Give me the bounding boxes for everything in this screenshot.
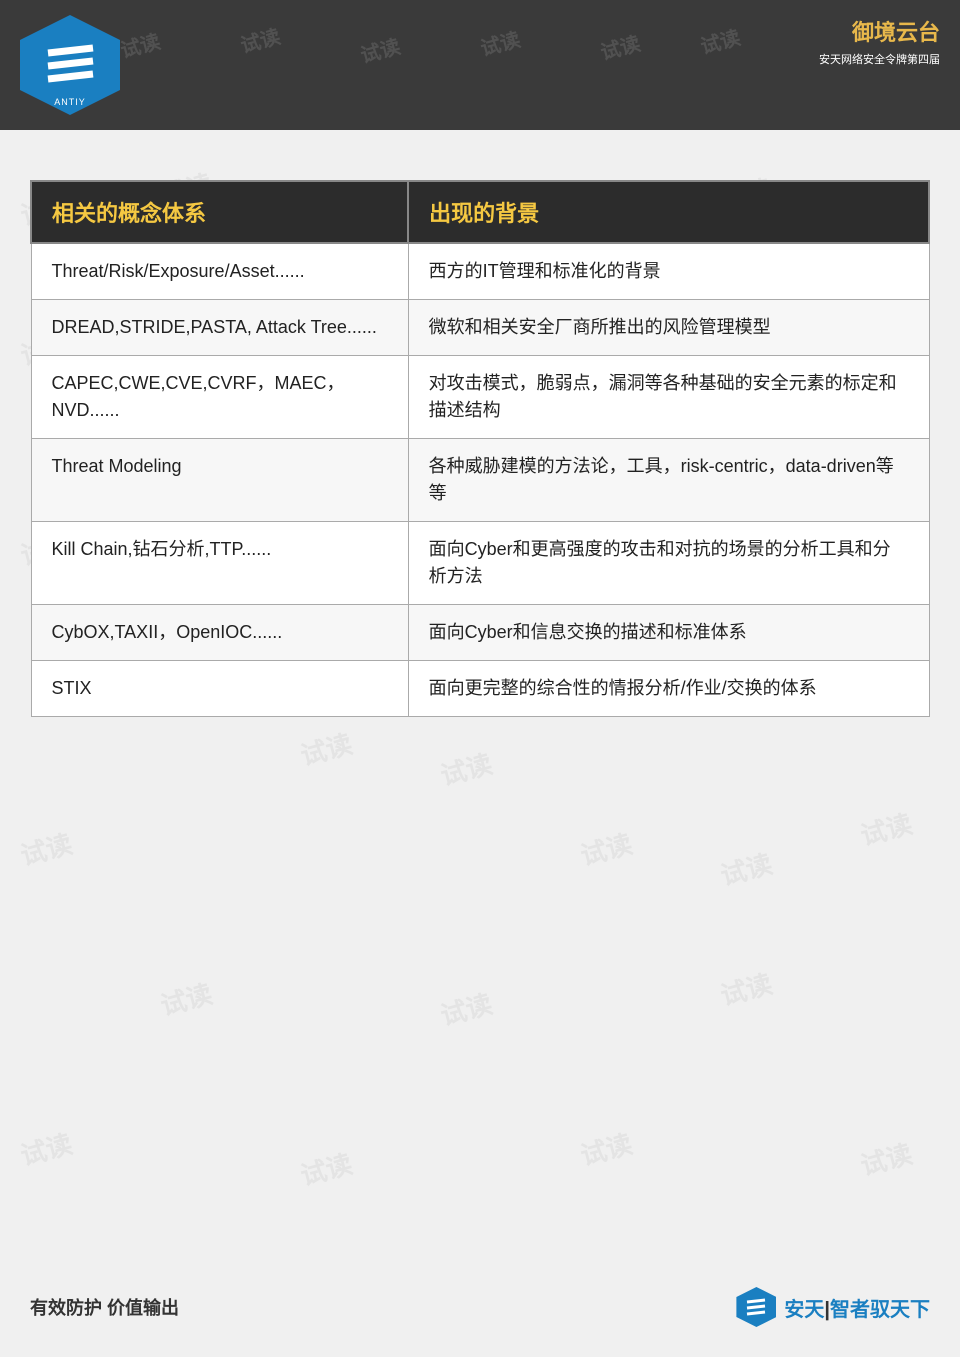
table-cell-concept: Threat Modeling: [31, 439, 408, 522]
header: 试读 试读 试读 试读 试读 试读 ANTIY 御境云台 安天网络安全令牌第四届: [0, 0, 960, 130]
table-row: CAPEC,CWE,CVE,CVRF，MAEC，NVD......对攻击模式，脆…: [31, 356, 929, 439]
footer-brand-sub: 智者驭天下: [830, 1299, 930, 1321]
table-cell-background: 微软和相关安全厂商所推出的风险管理模型: [408, 300, 929, 356]
header-watermark-5: 试读: [597, 27, 643, 65]
table-row: CybOX,TAXII，OpenIOC......面向Cyber和信息交换的描述…: [31, 605, 929, 661]
table-cell-background: 面向Cyber和信息交换的描述和标准体系: [408, 605, 929, 661]
pw-22: 试读: [16, 824, 76, 873]
footer-slogan: 有效防护 价值输出: [30, 1294, 179, 1320]
header-watermark-2: 试读: [237, 20, 283, 58]
pw-27: 试读: [436, 984, 496, 1033]
table-cell-background: 面向更完整的综合性的情报分析/作业/交换的体系: [408, 661, 929, 717]
pw-23: 试读: [576, 824, 636, 873]
table-cell-background: 面向Cyber和更高强度的攻击和对抗的场景的分析工具和分析方法: [408, 522, 929, 605]
table-cell-background: 对攻击模式，脆弱点，漏洞等各种基础的安全元素的标定和描述结构: [408, 356, 929, 439]
table-cell-concept: STIX: [31, 661, 408, 717]
pw-32: 试读: [856, 1134, 916, 1183]
pw-26: 试读: [156, 974, 216, 1023]
pw-21: 试读: [436, 744, 496, 793]
header-watermark-1: 试读: [117, 25, 163, 63]
brand-sub: 安天网络安全令牌第四届: [819, 51, 940, 67]
concept-table: 相关的概念体系 出现的背景 Threat/Risk/Exposure/Asset…: [30, 180, 930, 717]
header-watermark-3: 试读: [357, 30, 403, 68]
pw-29: 试读: [16, 1124, 76, 1173]
brand-name: 御境云台: [819, 15, 940, 47]
footer-logo-icon: [736, 1287, 776, 1327]
table-header-row: 相关的概念体系 出现的背景: [31, 181, 929, 243]
table-row: Kill Chain,钻石分析,TTP......面向Cyber和更高强度的攻击…: [31, 522, 929, 605]
table-cell-concept: Threat/Risk/Exposure/Asset......: [31, 243, 408, 300]
header-brand: 御境云台 安天网络安全令牌第四届: [819, 15, 940, 67]
table-cell-concept: CybOX,TAXII，OpenIOC......: [31, 605, 408, 661]
pw-31: 试读: [576, 1124, 636, 1173]
antiy-text: ANTIY: [54, 97, 86, 107]
footer: 有效防护 价值输出 安天|智者驭天下: [0, 1287, 960, 1327]
pw-24: 试读: [716, 844, 776, 893]
table-cell-background: 西方的IT管理和标准化的背景: [408, 243, 929, 300]
table-cell-concept: DREAD,STRIDE,PASTA, Attack Tree......: [31, 300, 408, 356]
footer-brand-text: 安天|智者驭天下: [784, 1293, 930, 1322]
table-row: DREAD,STRIDE,PASTA, Attack Tree......微软和…: [31, 300, 929, 356]
table-row: Threat Modeling各种威胁建模的方法论，工具，risk-centri…: [31, 439, 929, 522]
table-row: Threat/Risk/Exposure/Asset......西方的IT管理和…: [31, 243, 929, 300]
antiy-logo: ANTIY: [20, 15, 120, 115]
col1-header: 相关的概念体系: [31, 181, 408, 243]
table-row: STIX面向更完整的综合性的情报分析/作业/交换的体系: [31, 661, 929, 717]
pw-25: 试读: [856, 804, 916, 853]
pw-28: 试读: [716, 964, 776, 1013]
table-cell-concept: CAPEC,CWE,CVE,CVRF，MAEC，NVD......: [31, 356, 408, 439]
pw-30: 试读: [296, 1144, 356, 1193]
pw-20: 试读: [296, 724, 356, 773]
col2-header: 出现的背景: [408, 181, 929, 243]
footer-brand: 安天|智者驭天下: [736, 1287, 930, 1327]
header-watermark-4: 试读: [477, 23, 523, 61]
footer-brand-main: 安天: [784, 1299, 824, 1321]
table-cell-concept: Kill Chain,钻石分析,TTP......: [31, 522, 408, 605]
header-watermark-6: 试读: [697, 21, 743, 59]
table-cell-background: 各种威胁建模的方法论，工具，risk-centric，data-driven等等: [408, 439, 929, 522]
